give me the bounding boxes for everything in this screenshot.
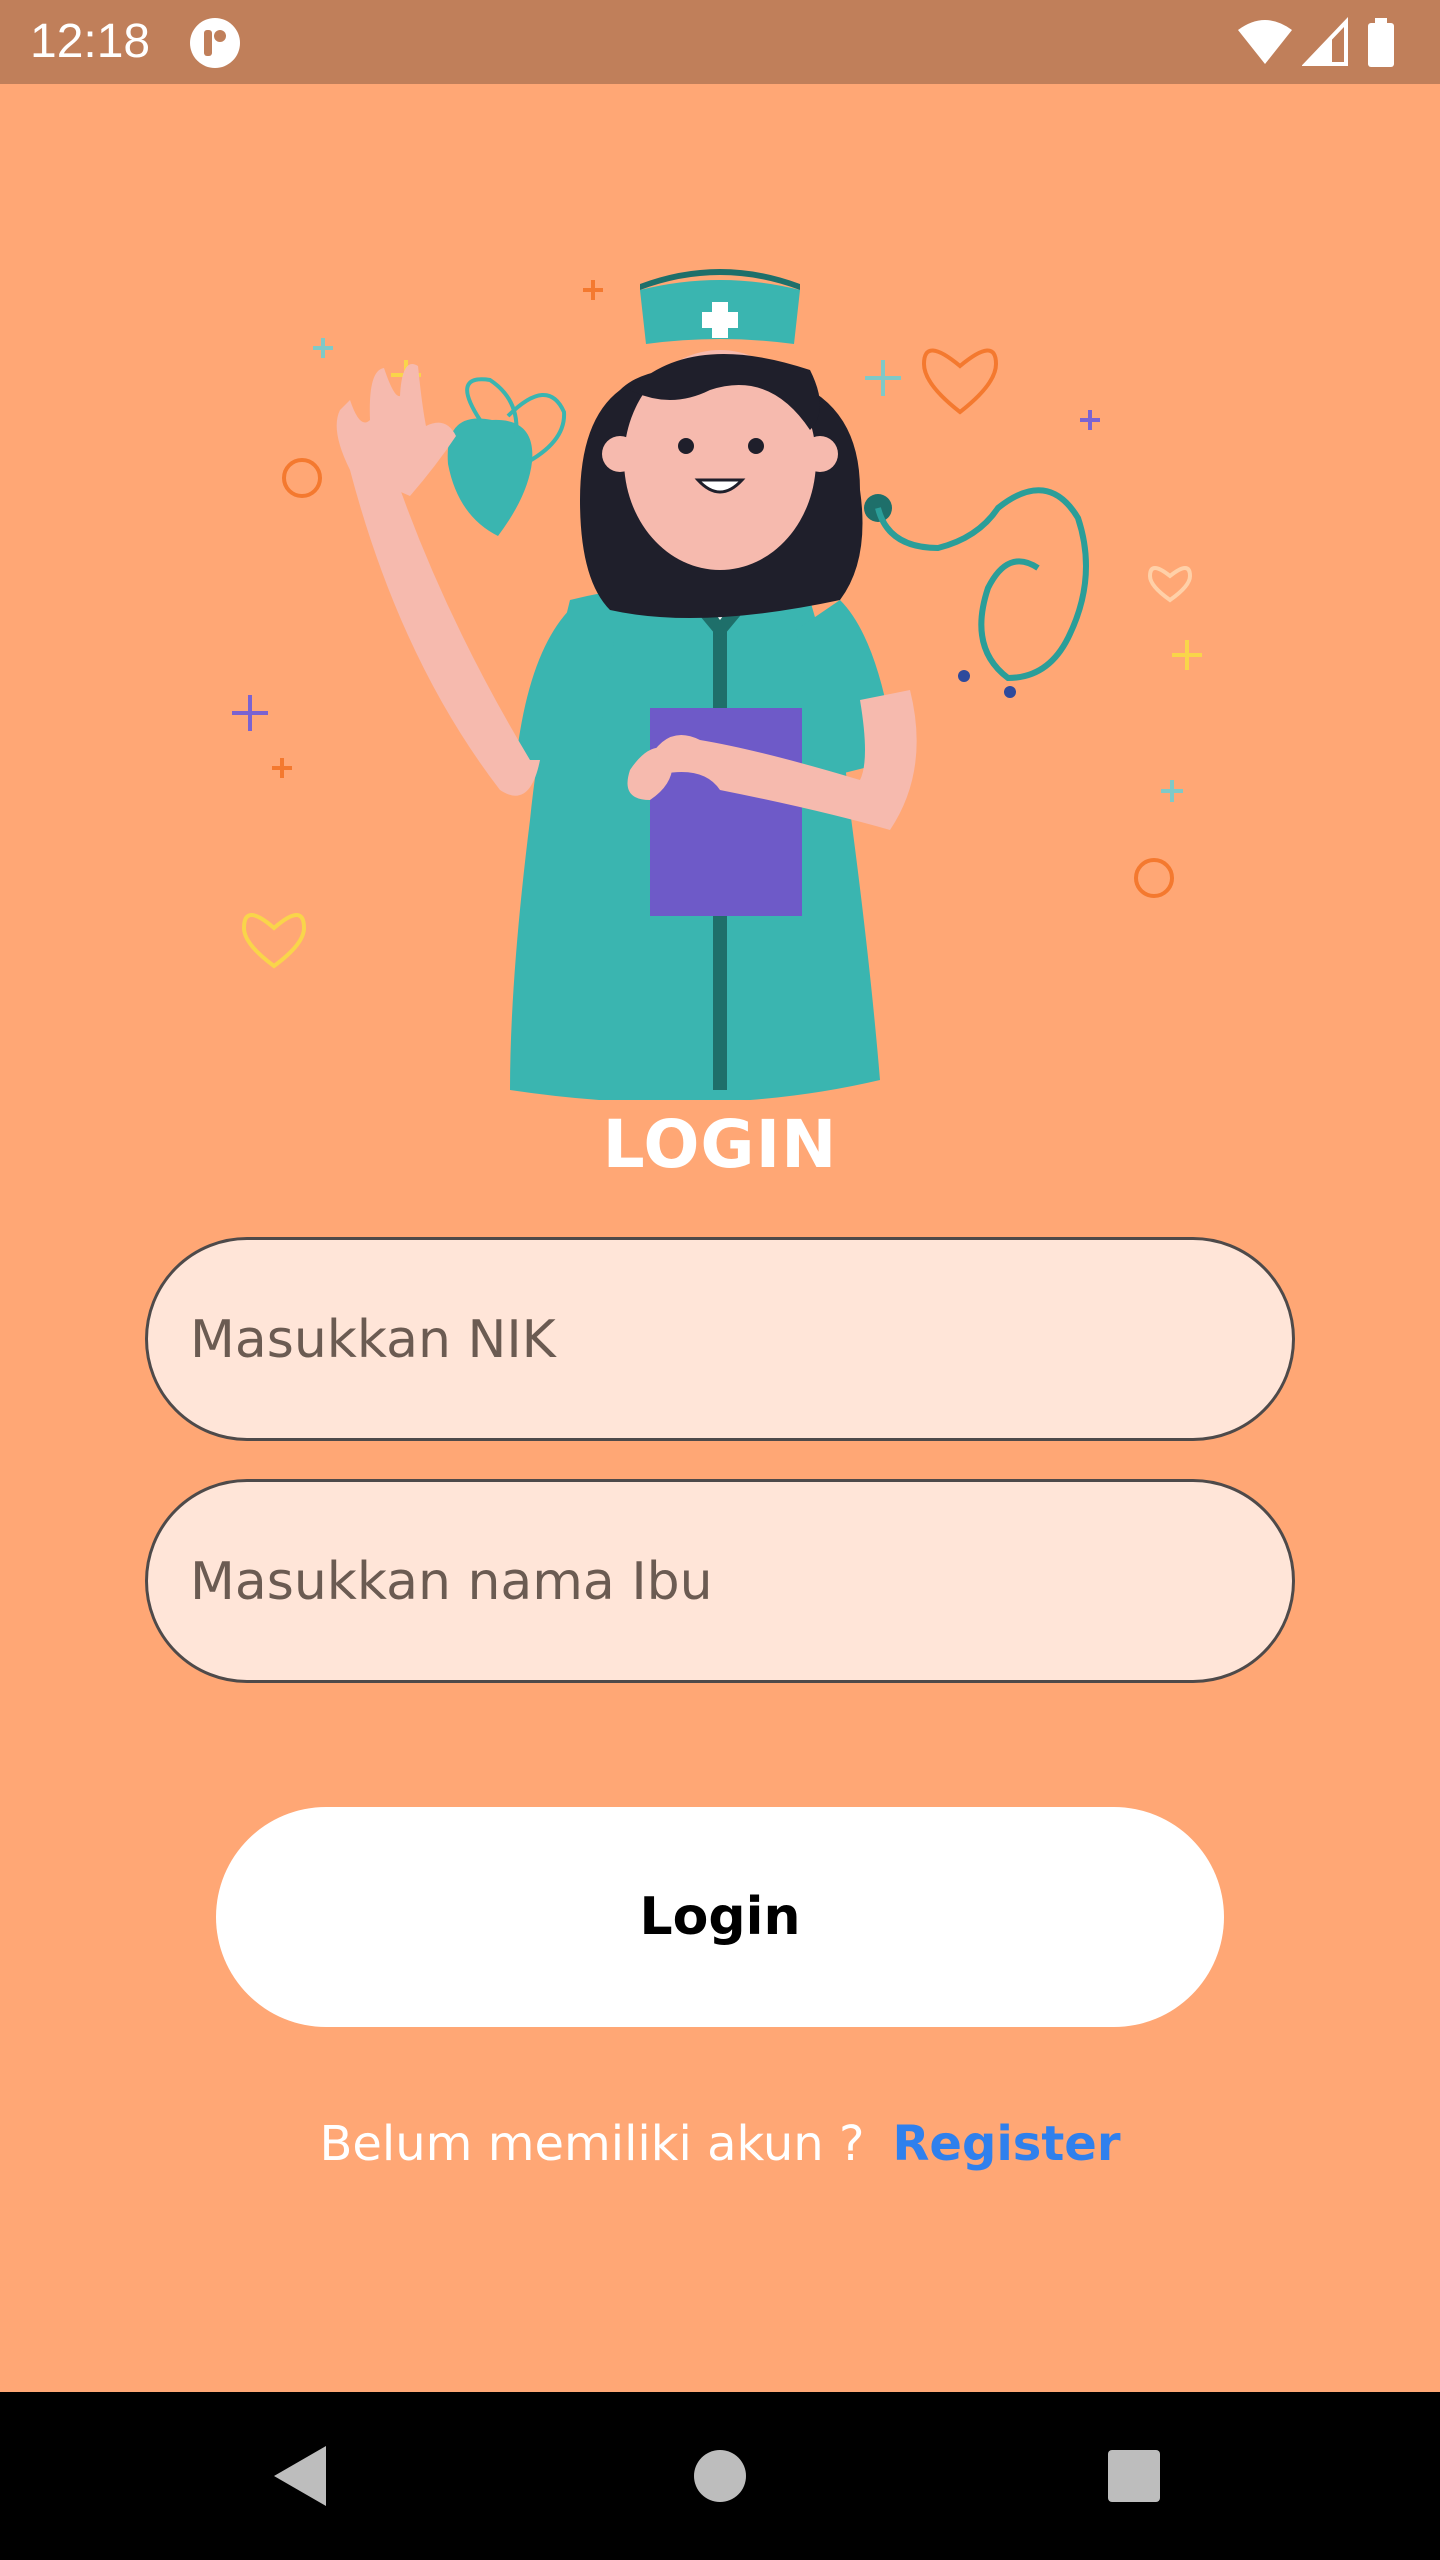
mother-name-input[interactable] xyxy=(188,1482,1252,1682)
login-title: LOGIN xyxy=(602,1106,838,1183)
battery-icon xyxy=(1368,18,1394,67)
nik-input[interactable] xyxy=(188,1240,1252,1440)
register-link[interactable]: Register xyxy=(892,2116,1120,2172)
home-icon[interactable] xyxy=(680,2436,760,2516)
app-notification-icon xyxy=(190,18,240,68)
navigation-bar xyxy=(0,2392,1440,2560)
signal-icon xyxy=(1302,17,1348,66)
nurse-illustration xyxy=(232,269,1202,1100)
status-bar: 12:18 xyxy=(0,0,1440,84)
login-screen: 12:18 LOGIN Masukkan NIK Masukkan nama I… xyxy=(0,0,1440,2560)
register-line: Belum memiliki akun ? Register xyxy=(0,2110,1440,2178)
mother-name-field[interactable] xyxy=(145,1479,1295,1683)
recents-icon[interactable] xyxy=(1094,2436,1174,2516)
register-prompt: Belum memiliki akun ? xyxy=(319,2116,865,2172)
wifi-icon xyxy=(1238,20,1292,64)
status-time: 12:18 xyxy=(30,15,151,68)
nik-field[interactable] xyxy=(145,1237,1295,1441)
login-button[interactable]: Login xyxy=(216,1807,1224,2027)
back-icon[interactable] xyxy=(260,2436,340,2516)
status-icons xyxy=(1236,16,1416,70)
